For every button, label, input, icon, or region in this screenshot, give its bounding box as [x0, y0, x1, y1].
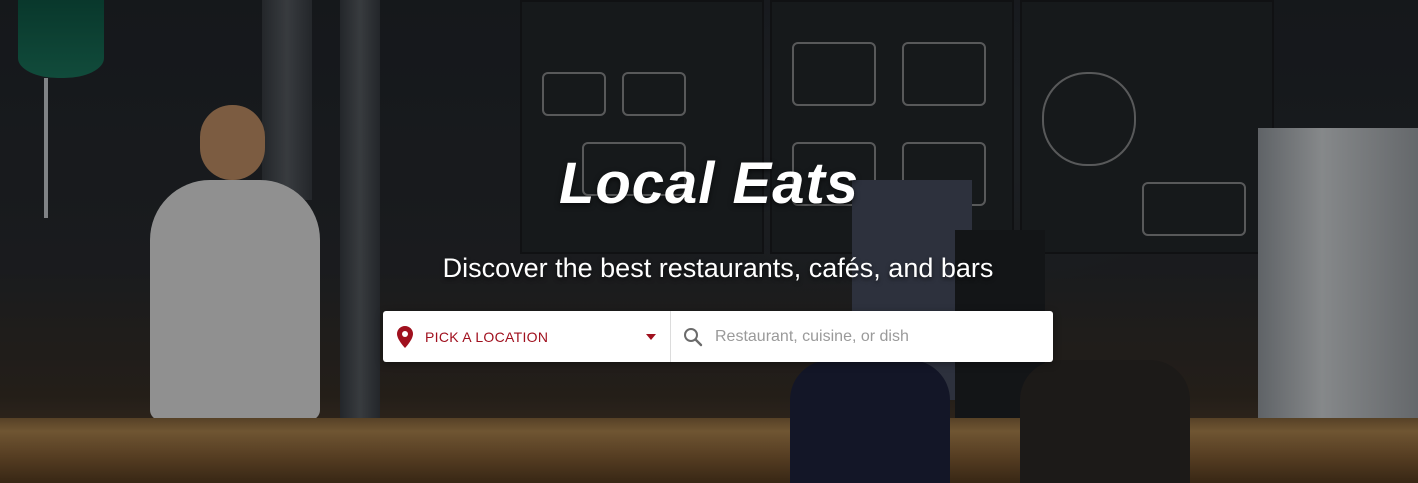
caret-down-icon	[646, 334, 656, 340]
hero-subtitle: Discover the best restaurants, cafés, an…	[442, 253, 994, 283]
search-input[interactable]	[713, 315, 1047, 358]
site-title: Local Eats	[558, 151, 860, 216]
search-bar: PICK A LOCATION	[383, 311, 1053, 362]
search-icon[interactable]	[683, 327, 703, 347]
location-picker[interactable]: PICK A LOCATION	[383, 311, 671, 362]
hero-background-photo	[0, 0, 1418, 483]
location-label: PICK A LOCATION	[425, 328, 549, 345]
query-field	[671, 311, 1053, 362]
map-pin-icon	[397, 325, 413, 348]
dark-overlay	[0, 0, 1418, 483]
